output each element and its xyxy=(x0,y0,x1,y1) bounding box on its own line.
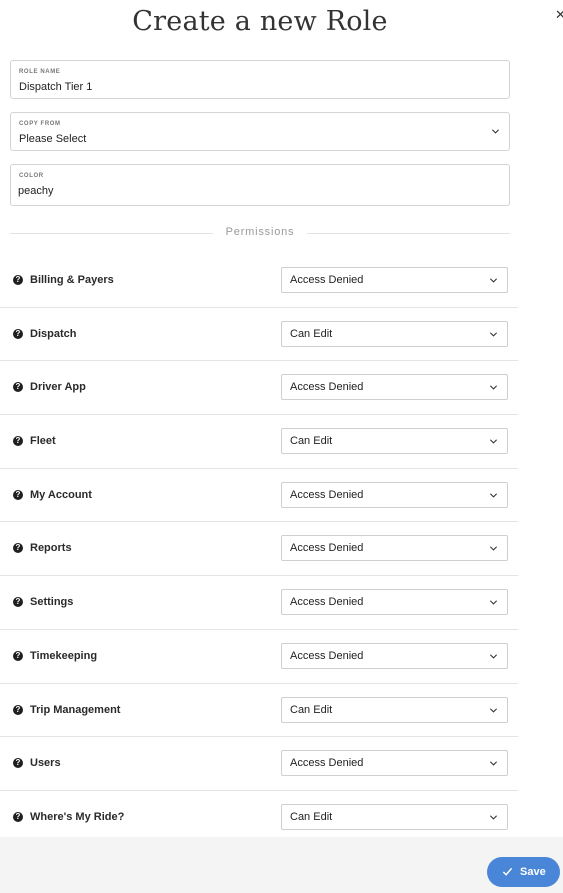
permission-select[interactable]: Can Edit xyxy=(281,320,508,347)
permissions-divider: Permissions xyxy=(10,226,510,240)
permission-row: ? Users Access Denied xyxy=(0,737,518,791)
color-field[interactable]: COLOR peachy xyxy=(10,164,510,206)
permission-label: My Account xyxy=(30,488,92,501)
permission-select[interactable]: Access Denied xyxy=(281,535,508,562)
permission-row: ? My Account Access Denied xyxy=(0,469,518,523)
chevron-down-icon xyxy=(489,332,498,337)
permission-value: Can Edit xyxy=(290,810,333,823)
question-circle-icon[interactable]: ? xyxy=(13,543,23,554)
permission-label: Dispatch xyxy=(30,327,77,340)
chevron-down-icon xyxy=(489,493,498,498)
permissions-list: ? Billing & Payers Access Denied ? Dispa… xyxy=(0,254,563,845)
permission-row: ? Fleet Can Edit xyxy=(0,415,518,469)
chevron-down-icon xyxy=(489,815,498,820)
check-icon xyxy=(502,867,513,876)
permission-value: Access Denied xyxy=(290,757,364,770)
role-name-field[interactable]: ROLE NAME Dispatch Tier 1 xyxy=(10,60,510,99)
color-input[interactable]: peachy xyxy=(18,185,53,197)
permission-row: ? Settings Access Denied xyxy=(0,576,518,630)
divider-line-right xyxy=(307,233,510,234)
permission-label: Reports xyxy=(30,542,72,555)
permission-select[interactable]: Can Edit xyxy=(281,696,508,723)
chevron-down-icon xyxy=(491,129,500,134)
copy-from-value: Please Select xyxy=(19,133,87,145)
permission-label: Driver App xyxy=(30,381,86,394)
question-circle-icon[interactable]: ? xyxy=(13,650,23,661)
question-circle-icon[interactable]: ? xyxy=(13,382,23,393)
save-label: Save xyxy=(520,866,546,878)
permission-value: Can Edit xyxy=(290,435,333,448)
permission-select[interactable]: Can Edit xyxy=(281,803,508,830)
chevron-down-icon xyxy=(489,439,498,444)
dialog-footer: Save xyxy=(0,837,563,893)
permission-select[interactable]: Access Denied xyxy=(281,481,508,508)
permission-select[interactable]: Access Denied xyxy=(281,267,508,293)
question-circle-icon[interactable]: ? xyxy=(13,811,23,822)
permission-row: ? Billing & Payers Access Denied xyxy=(0,254,518,308)
permission-value: Can Edit xyxy=(290,327,333,340)
question-circle-icon[interactable]: ? xyxy=(13,436,23,447)
permission-value: Access Denied xyxy=(290,596,364,609)
permission-label: Timekeeping xyxy=(30,649,98,662)
permissions-heading: Permissions xyxy=(225,226,295,238)
chevron-down-icon xyxy=(489,278,498,283)
permission-row: ? Dispatch Can Edit xyxy=(0,308,518,362)
permission-label: Where's My Ride? xyxy=(30,810,125,823)
permission-select[interactable]: Can Edit xyxy=(281,428,508,455)
chevron-down-icon xyxy=(489,385,498,390)
permission-label: Settings xyxy=(30,596,74,609)
permission-value: Can Edit xyxy=(290,703,333,716)
divider-line-left xyxy=(10,233,213,234)
save-button[interactable]: Save xyxy=(487,857,560,887)
question-circle-icon[interactable]: ? xyxy=(13,489,23,500)
permission-value: Access Denied xyxy=(290,488,364,501)
close-icon[interactable]: ✕ xyxy=(555,8,563,22)
question-circle-icon[interactable]: ? xyxy=(13,758,23,769)
permission-label: Users xyxy=(30,757,61,770)
chevron-down-icon xyxy=(489,654,498,659)
question-circle-icon[interactable]: ? xyxy=(13,704,23,715)
permission-value: Access Denied xyxy=(290,274,364,286)
question-circle-icon[interactable]: ? xyxy=(13,328,23,339)
permission-label: Trip Management xyxy=(30,703,121,716)
chevron-down-icon xyxy=(489,600,498,605)
question-circle-icon[interactable]: ? xyxy=(13,597,23,608)
permission-value: Access Denied xyxy=(290,649,364,662)
question-circle-icon[interactable]: ? xyxy=(13,275,23,285)
permission-label: Billing & Payers xyxy=(30,274,114,286)
role-name-label: ROLE NAME xyxy=(19,69,61,75)
copy-from-select[interactable]: COPY FROM Please Select xyxy=(10,112,510,151)
chevron-down-icon xyxy=(489,707,498,713)
chevron-down-icon xyxy=(489,546,498,552)
permission-select[interactable]: Access Denied xyxy=(281,750,508,777)
copy-from-label: COPY FROM xyxy=(19,121,61,127)
permission-row: ? Timekeeping Access Denied xyxy=(0,630,518,684)
permission-row: ? Trip Management Can Edit xyxy=(0,684,518,738)
permission-value: Access Denied xyxy=(290,542,364,555)
permission-select[interactable]: Access Denied xyxy=(281,642,508,669)
permission-value: Access Denied xyxy=(290,381,364,394)
color-label: COLOR xyxy=(19,173,44,179)
permission-label: Fleet xyxy=(30,435,56,448)
chevron-down-icon xyxy=(489,761,498,766)
permission-select[interactable]: Access Denied xyxy=(281,589,508,616)
dialog-title: Create a new Role xyxy=(132,6,388,37)
permission-row: ? Driver App Access Denied xyxy=(0,361,518,416)
role-name-input[interactable]: Dispatch Tier 1 xyxy=(19,81,92,93)
permission-row: ? Reports Access Denied xyxy=(0,522,518,577)
permission-select[interactable]: Access Denied xyxy=(281,374,508,401)
